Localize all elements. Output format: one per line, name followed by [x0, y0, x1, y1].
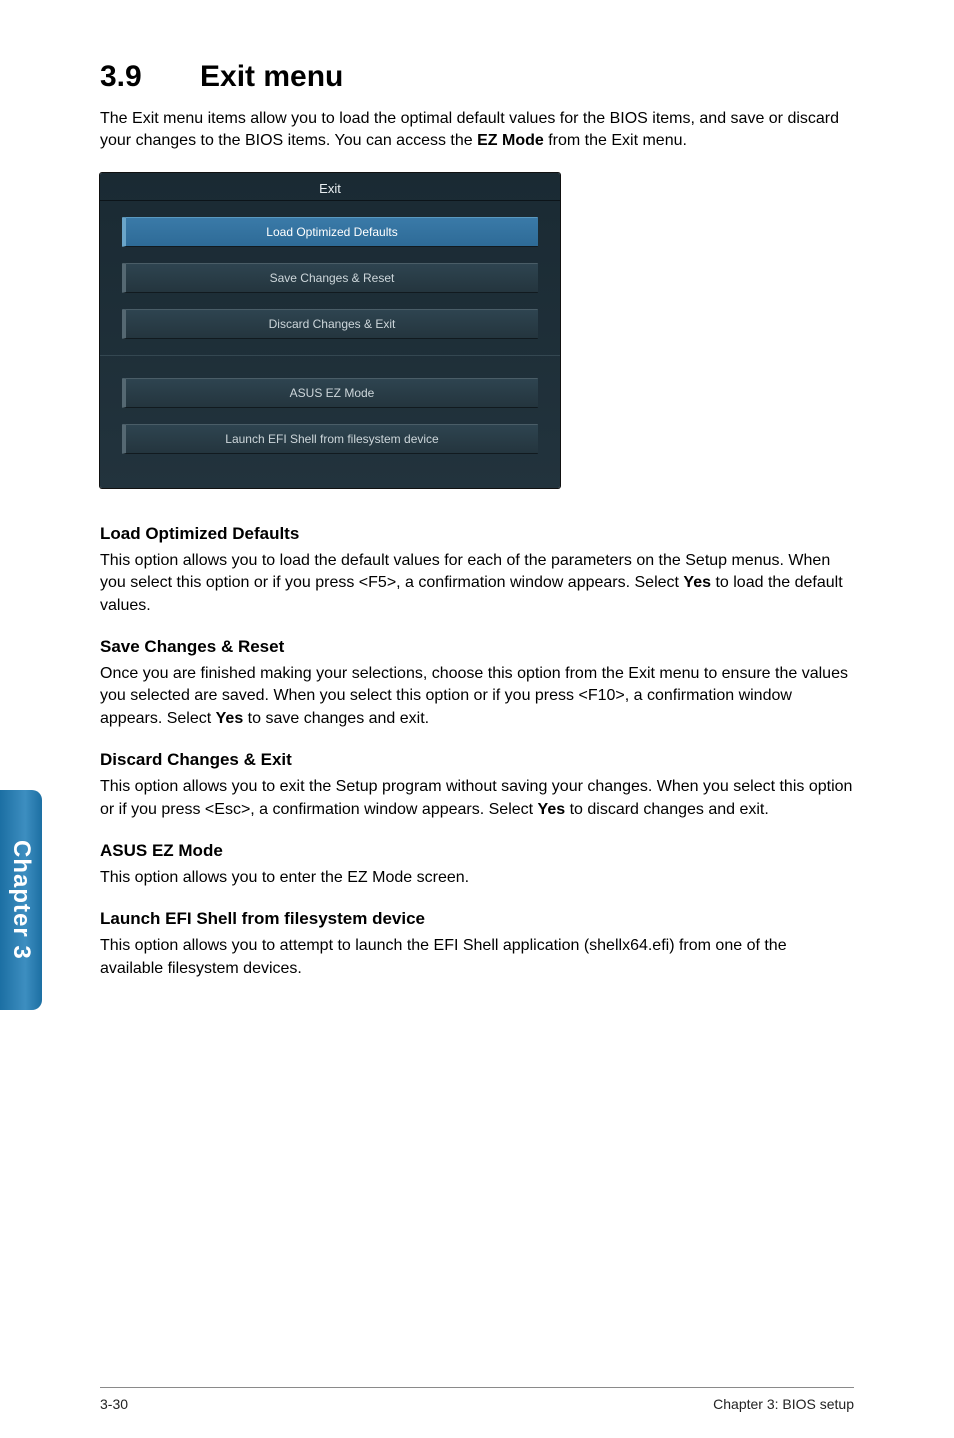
screenshot-header: Exit — [100, 173, 560, 200]
para-load-optimized-defaults: This option allows you to load the defau… — [100, 550, 854, 617]
page-content: 3.9Exit menu The Exit menu items allow y… — [0, 0, 954, 1438]
footer-chapter-label: Chapter 3: BIOS setup — [713, 1396, 854, 1412]
screenshot-header-divider — [100, 200, 560, 201]
menu-item-load-optimized-defaults[interactable]: Load Optimized Defaults — [122, 217, 538, 247]
heading-discard-changes-exit: Discard Changes & Exit — [100, 750, 854, 770]
intro-paragraph: The Exit menu items allow you to load th… — [100, 108, 854, 153]
section-title: 3.9Exit menu — [100, 60, 854, 94]
para-discard-changes-exit: This option allows you to exit the Setup… — [100, 776, 854, 821]
scr-bold: Yes — [216, 710, 244, 727]
lod-bold: Yes — [683, 574, 711, 591]
dce-post: to discard changes and exit. — [565, 801, 769, 818]
para-asus-ez-mode: This option allows you to enter the EZ M… — [100, 867, 854, 889]
section-number: 3.9 — [100, 60, 200, 94]
menu-item-launch-efi-shell[interactable]: Launch EFI Shell from filesystem device — [122, 424, 538, 454]
para-launch-efi-shell: This option allows you to attempt to lau… — [100, 935, 854, 980]
para-save-changes-reset: Once you are finished making your select… — [100, 663, 854, 730]
intro-post: from the Exit menu. — [544, 132, 687, 149]
heading-launch-efi-shell: Launch EFI Shell from filesystem device — [100, 909, 854, 929]
menu-item-save-changes-reset[interactable]: Save Changes & Reset — [122, 263, 538, 293]
heading-load-optimized-defaults: Load Optimized Defaults — [100, 524, 854, 544]
dce-bold: Yes — [538, 801, 566, 818]
heading-save-changes-reset: Save Changes & Reset — [100, 637, 854, 657]
scr-pre: Once you are finished making your select… — [100, 665, 848, 727]
intro-pre: The Exit menu items allow you to load th… — [100, 110, 839, 149]
footer-page-number: 3-30 — [100, 1396, 128, 1412]
screenshot-body: Load Optimized Defaults Save Changes & R… — [100, 217, 560, 488]
menu-item-asus-ez-mode[interactable]: ASUS EZ Mode — [122, 378, 538, 408]
intro-bold: EZ Mode — [477, 132, 544, 149]
heading-asus-ez-mode: ASUS EZ Mode — [100, 841, 854, 861]
section-name: Exit menu — [200, 60, 343, 93]
page-footer: 3-30 Chapter 3: BIOS setup — [100, 1387, 854, 1412]
bios-screenshot: Exit Load Optimized Defaults Save Change… — [100, 173, 560, 488]
menu-item-discard-changes-exit[interactable]: Discard Changes & Exit — [122, 309, 538, 339]
scr-post: to save changes and exit. — [243, 710, 429, 727]
screenshot-divider — [100, 355, 560, 356]
